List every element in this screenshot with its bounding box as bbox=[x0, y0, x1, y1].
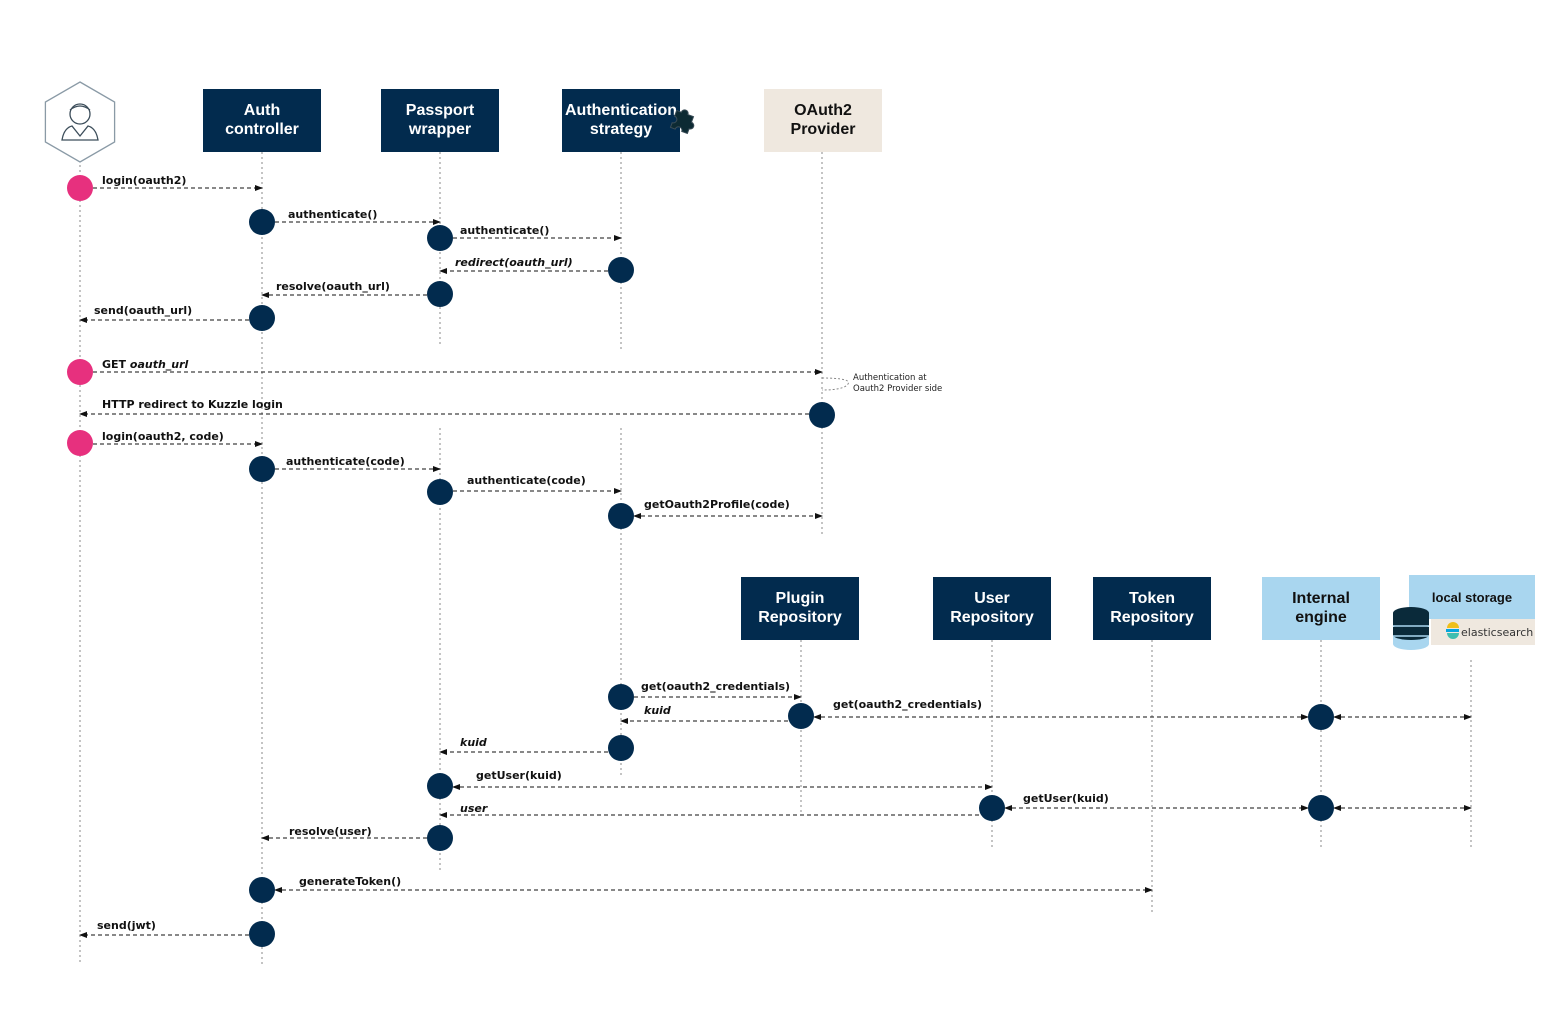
participant-token-repository: Token Repository bbox=[1093, 577, 1211, 640]
participant-token-repository-label: Token bbox=[1129, 590, 1175, 607]
activation-dot bbox=[608, 735, 634, 761]
message-label: authenticate() bbox=[460, 224, 549, 237]
activation-dot bbox=[427, 281, 453, 307]
elasticsearch-label: elasticsearch bbox=[1461, 626, 1533, 639]
message-label: user bbox=[460, 802, 488, 815]
database-icon bbox=[1393, 607, 1429, 650]
participant-user-repository-label: Repository bbox=[950, 609, 1034, 626]
message-label: kuid bbox=[644, 704, 671, 717]
participant-internal-engine-label: engine bbox=[1295, 609, 1347, 626]
actor-activation bbox=[67, 359, 93, 385]
sequence-diagram: Auth controller Passport wrapper Authenticat… bbox=[44, 81, 1535, 965]
participant-oauth2-provider-label: Provider bbox=[791, 121, 856, 138]
message-label: kuid bbox=[460, 736, 487, 749]
activation-dot bbox=[427, 825, 453, 851]
activation-dot bbox=[1308, 704, 1334, 730]
participant-plugin-repository-label: Plugin bbox=[776, 590, 825, 607]
actor-activation bbox=[67, 430, 93, 456]
activation-dot bbox=[427, 225, 453, 251]
message-label: generateToken() bbox=[299, 875, 401, 888]
participant-plugin-repository: Plugin Repository bbox=[741, 577, 859, 640]
activation-dot bbox=[979, 795, 1005, 821]
participant-auth-strategy: Authentication strategy bbox=[562, 89, 695, 152]
participant-auth-strategy-label: Authentication bbox=[565, 102, 677, 119]
participant-passport-wrapper-label: wrapper bbox=[408, 121, 471, 138]
actor-activation bbox=[67, 175, 93, 201]
message-label: getUser(kuid) bbox=[476, 769, 562, 782]
participant-passport-wrapper-label: Passport bbox=[406, 102, 475, 119]
message-label: send(jwt) bbox=[97, 919, 156, 932]
activation-dot bbox=[1308, 795, 1334, 821]
message-label: redirect(oauth_url) bbox=[455, 256, 573, 269]
message-label: login(oauth2) bbox=[102, 174, 186, 187]
participant-internal-engine-label: Internal bbox=[1292, 590, 1350, 607]
participant-plugin-repository-label: Repository bbox=[758, 609, 842, 626]
participant-user-repository: User Repository bbox=[933, 577, 1051, 640]
participant-auth-controller: Auth controller bbox=[203, 89, 321, 152]
activation-dot bbox=[427, 479, 453, 505]
participant-internal-engine: Internal engine bbox=[1262, 577, 1380, 640]
message-label: authenticate(code) bbox=[286, 455, 405, 468]
message-label: authenticate(code) bbox=[467, 474, 586, 487]
participant-token-repository-label: Repository bbox=[1110, 609, 1194, 626]
activation-dot bbox=[249, 921, 275, 947]
activation-dot bbox=[427, 773, 453, 799]
message-label: HTTP redirect to Kuzzle login bbox=[102, 398, 283, 411]
participant-local-storage: local storage elasticsearch bbox=[1393, 575, 1535, 650]
activation-dot bbox=[249, 209, 275, 235]
activation-dot bbox=[608, 684, 634, 710]
message-label: get(oauth2_credentials) bbox=[833, 698, 982, 711]
message-label: login(oauth2, code) bbox=[102, 430, 224, 443]
participant-user bbox=[44, 81, 116, 163]
participant-auth-controller-label: controller bbox=[225, 121, 299, 138]
activation-dot bbox=[249, 305, 275, 331]
note-text: Authentication at bbox=[853, 373, 927, 383]
message-label: GET oauth_url bbox=[102, 358, 189, 371]
message-label: resolve(user) bbox=[289, 825, 372, 838]
activation-dot bbox=[788, 703, 814, 729]
activation-dot bbox=[249, 456, 275, 482]
participant-oauth2-provider-label: OAuth2 bbox=[794, 102, 852, 119]
message-label: authenticate() bbox=[288, 208, 377, 221]
activation-dot bbox=[608, 503, 634, 529]
local-storage-label: local storage bbox=[1432, 590, 1512, 605]
activation-dot bbox=[249, 877, 275, 903]
activation-dot bbox=[608, 257, 634, 283]
message-label: resolve(oauth_url) bbox=[276, 280, 390, 293]
note-text: Oauth2 Provider side bbox=[853, 384, 942, 394]
participant-auth-controller-label: Auth bbox=[244, 102, 280, 119]
participant-user-repository-label: User bbox=[974, 590, 1010, 607]
actor-hexagon bbox=[44, 81, 116, 163]
self-loop-arrow bbox=[821, 377, 849, 391]
message-label: send(oauth_url) bbox=[94, 304, 192, 317]
participant-passport-wrapper: Passport wrapper bbox=[381, 89, 499, 152]
participant-oauth2-provider: OAuth2 Provider bbox=[764, 89, 882, 152]
activation-dot bbox=[809, 402, 835, 428]
participant-auth-strategy-label: strategy bbox=[590, 121, 652, 138]
message-label: getOauth2Profile(code) bbox=[644, 498, 790, 511]
message-label: getUser(kuid) bbox=[1023, 792, 1109, 805]
message-label: get(oauth2_credentials) bbox=[641, 680, 790, 693]
